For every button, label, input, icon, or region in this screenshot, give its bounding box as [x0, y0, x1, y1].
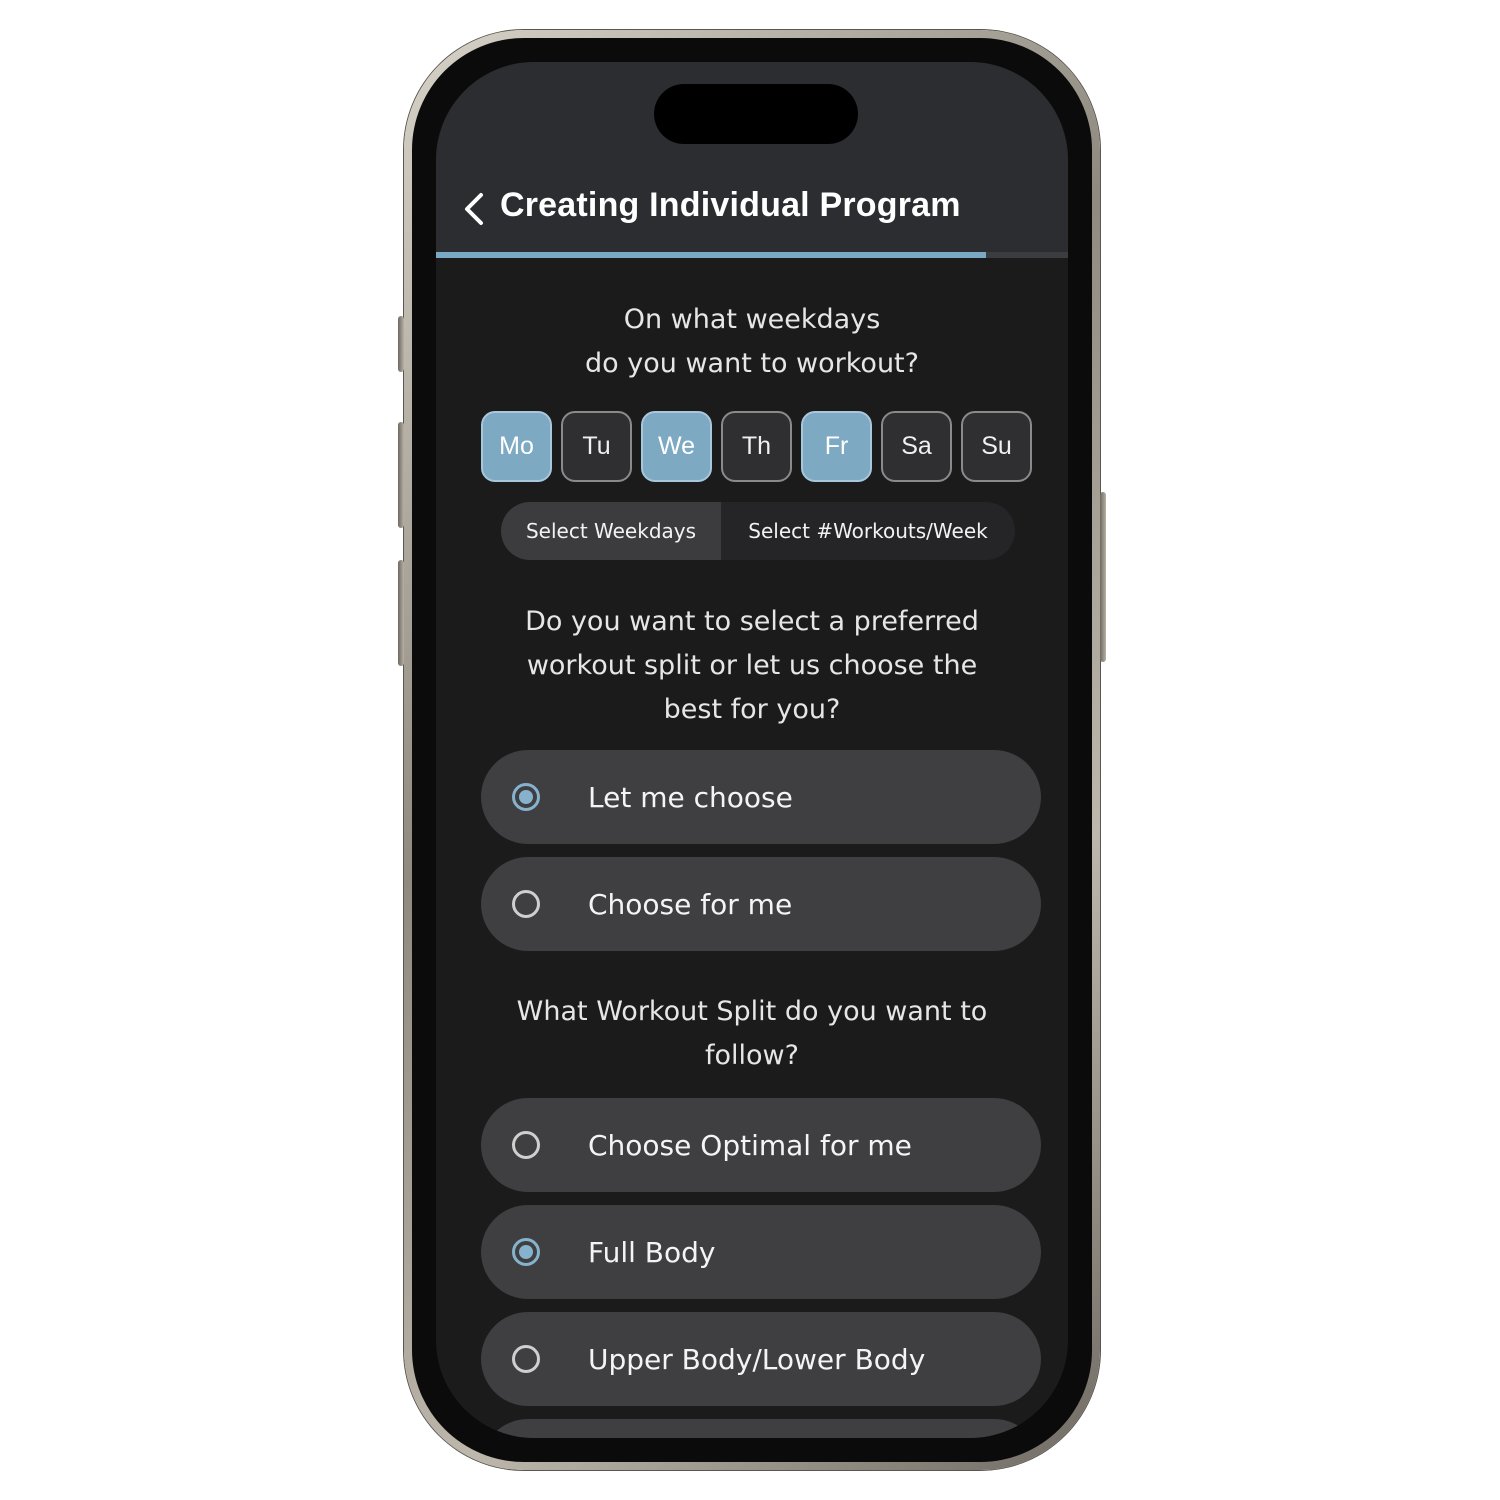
progress-bar [436, 252, 1068, 258]
app-screen: Creating Individual Program On what week… [436, 62, 1068, 1438]
option-let-me-choose[interactable]: Let me choose [481, 750, 1041, 844]
app-header: Creating Individual Program [436, 62, 1068, 258]
option-label: Choose for me [588, 887, 793, 921]
option-label: Upper Body/Lower Body [588, 1342, 926, 1376]
day-button-fr[interactable]: Fr [801, 411, 872, 482]
select-weekdays-tab[interactable]: Select Weekdays [501, 502, 721, 560]
phone-frame: Creating Individual Program On what week… [398, 30, 1106, 1470]
day-button-we[interactable]: We [641, 411, 712, 482]
radio-button[interactable] [512, 783, 540, 811]
option-upper-lower-body[interactable]: Upper Body/Lower Body [481, 1312, 1041, 1406]
option-label: Choose Optimal for me [588, 1128, 912, 1162]
option-choose-optimal[interactable]: Choose Optimal for me [481, 1098, 1041, 1192]
phone-bezel: Creating Individual Program On what week… [412, 38, 1092, 1462]
progress-bar-fill [436, 252, 986, 258]
split-question-line: best for you? [663, 694, 841, 725]
selection-mode-toggle: Select Weekdays Select #Workouts/Week [501, 502, 1015, 560]
split-question-line: Do you want to select a preferred [525, 606, 979, 637]
volume-down-button [398, 560, 404, 666]
day-button-th[interactable]: Th [721, 411, 792, 482]
workout-split-question-line: follow? [705, 1040, 799, 1071]
day-button-tu[interactable]: Tu [561, 411, 632, 482]
option-label: Let me choose [588, 780, 793, 814]
option-choose-for-me[interactable]: Choose for me [481, 857, 1041, 951]
dynamic-island [654, 84, 858, 144]
weekday-question-line: do you want to workout? [585, 348, 919, 379]
volume-up-button [398, 422, 404, 528]
power-button [1100, 492, 1106, 662]
page-title: Creating Individual Program [500, 186, 961, 224]
chevron-left-icon[interactable] [462, 192, 486, 226]
day-button-sa[interactable]: Sa [881, 411, 952, 482]
workout-split-question-line: What Workout Split do you want to [516, 996, 988, 1027]
radio-button[interactable] [512, 1131, 540, 1159]
weekday-question: On what weekdays do you want to workout? [476, 298, 1028, 386]
weekday-question-line: On what weekdays [623, 304, 881, 335]
radio-button[interactable] [512, 1238, 540, 1266]
workout-split-question: What Workout Split do you want to follow… [476, 990, 1028, 1078]
select-workouts-per-week-tab[interactable]: Select #Workouts/Week [721, 502, 1015, 560]
radio-button[interactable] [512, 890, 540, 918]
day-button-su[interactable]: Su [961, 411, 1032, 482]
radio-button[interactable] [512, 1345, 540, 1373]
day-button-mo[interactable]: Mo [481, 411, 552, 482]
split-question-line: workout split or let us choose the [526, 650, 978, 681]
action-button [398, 316, 404, 372]
option-full-body[interactable]: Full Body [481, 1205, 1041, 1299]
option-label: Full Body [588, 1235, 716, 1269]
option-partially-visible[interactable] [481, 1419, 1041, 1438]
split-question: Do you want to select a preferred workou… [476, 600, 1028, 732]
weekday-picker: Mo Tu We Th Fr Sa Su [481, 411, 1032, 482]
